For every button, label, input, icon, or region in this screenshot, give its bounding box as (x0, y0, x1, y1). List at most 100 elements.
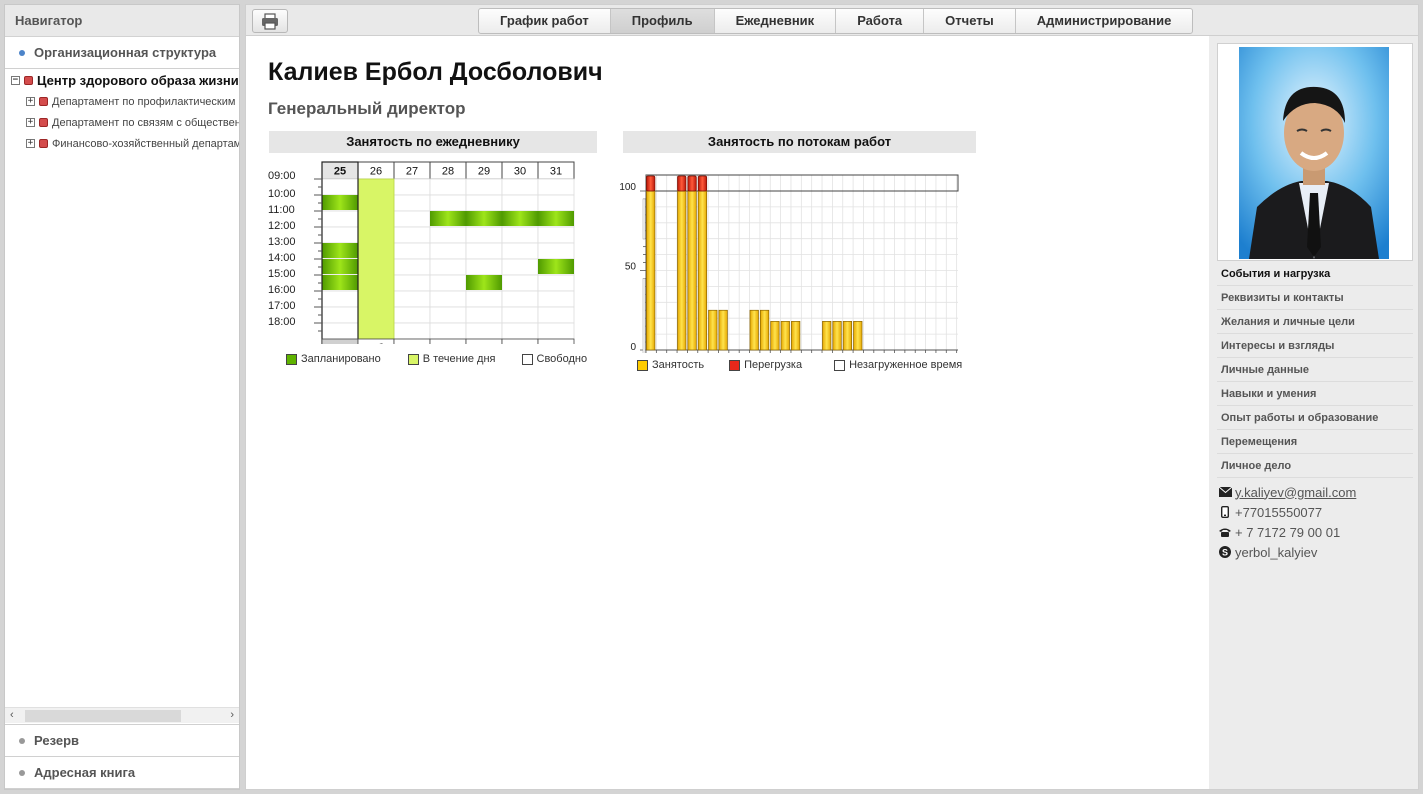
profile-content: Калиев Ербол Досболович Генеральный дире… (245, 36, 1209, 790)
slot-cell (429, 322, 467, 340)
legend-label: Незагруженное время (849, 359, 963, 371)
slot-cell (393, 322, 431, 340)
busy-bar (832, 321, 842, 351)
scroll-right-icon[interactable]: › (230, 709, 234, 721)
tab-1[interactable]: Профиль (610, 9, 715, 33)
bullet-icon (19, 769, 25, 776)
legend-swatch-idle (834, 359, 846, 371)
slot-cell (393, 242, 431, 260)
profile-section-link[interactable]: Опыт работы и образование (1217, 406, 1413, 430)
printer-icon (262, 13, 278, 30)
day-label: 26 (370, 166, 382, 178)
bullet-icon (19, 737, 25, 744)
slot-cell (501, 178, 539, 196)
slot-cell (429, 258, 467, 276)
reserve-header[interactable]: Резерв (5, 725, 239, 757)
profile-section-link[interactable]: Личные данные (1217, 358, 1413, 382)
slot-cell (429, 242, 467, 260)
slot-cell (465, 178, 503, 196)
day-label: 31 (550, 166, 562, 178)
slot-cell (321, 306, 359, 324)
day-label: 29 (478, 166, 490, 178)
top-toolbar: График работ Профиль Ежедневник Работа Отчет… (245, 4, 1419, 36)
main-tabs: График работ Профиль Ежедневник Работа Отчет… (478, 8, 1194, 34)
slot-cell (501, 274, 539, 292)
horizontal-scrollbar[interactable]: ‹ › (5, 707, 239, 723)
skype-icon: S (1218, 546, 1232, 558)
tree-item[interactable]: + Департамент по связям с общественн (5, 112, 239, 133)
hour-label: 13:00 (268, 236, 296, 248)
slot-cell (393, 210, 431, 228)
person-position: Генеральный директор (268, 99, 466, 118)
legend-swatch-planned (286, 353, 297, 365)
profile-sections: События и нагрузка Реквизиты и контакты Же… (1217, 262, 1413, 478)
collapse-icon[interactable]: − (11, 76, 20, 85)
busy-bar (749, 309, 759, 351)
busy-bar (718, 309, 728, 351)
navigator-panel: Навигатор Организационная структура − Це… (4, 4, 240, 790)
tree-item-root[interactable]: − Центр здорового образа жизни (5, 70, 239, 91)
during-day-block (357, 178, 395, 340)
bullet-icon (19, 49, 25, 56)
slot-cell (537, 290, 575, 308)
profile-section-link[interactable]: Навыки и умения (1217, 382, 1413, 406)
tree-item[interactable]: + Департамент по профилактическим п (5, 91, 239, 112)
scroll-left-icon[interactable]: ‹ (10, 709, 14, 721)
profile-section-link[interactable]: Интересы и взгляды (1217, 334, 1413, 358)
profile-section-link[interactable]: Реквизиты и контакты (1217, 286, 1413, 310)
tree-item[interactable]: + Финансово-хозяйственный департам (5, 133, 239, 154)
slot-cell (501, 322, 539, 340)
slot-cell (321, 226, 359, 244)
slot-cell (465, 258, 503, 276)
tab-3[interactable]: Работа (836, 9, 925, 33)
hour-label: 18:00 (268, 316, 296, 328)
profile-section-link[interactable]: Желания и личные цели (1217, 310, 1413, 334)
weekday-label: Ср (513, 343, 527, 345)
profile-section-link[interactable]: Перемещения (1217, 430, 1413, 454)
busy-bar (687, 190, 697, 351)
org-structure-header[interactable]: Организационная структура (5, 37, 239, 69)
slot-cell (321, 322, 359, 340)
weekday-label: Сб (369, 343, 383, 345)
department-icon (24, 76, 33, 85)
busy-bar (770, 321, 780, 351)
slot-cell (465, 306, 503, 324)
legend-swatch-free (521, 353, 533, 365)
slot-cell (429, 178, 467, 196)
address-book-header[interactable]: Адресная книга (5, 757, 239, 789)
overload-bar (697, 175, 708, 192)
hour-label: 14:00 (268, 252, 296, 264)
department-icon (39, 118, 48, 127)
scrollbar-thumb[interactable] (25, 710, 181, 722)
planned-slot (466, 275, 502, 290)
tree-item-label: Финансово-хозяйственный департам (52, 137, 239, 150)
reserve-label: Резерв (34, 733, 80, 748)
busy-bar (842, 321, 853, 351)
weekday-label: Вт (478, 343, 490, 345)
planned-slot (466, 211, 502, 226)
legend-label: Перегрузка (744, 359, 803, 371)
slot-cell (537, 242, 575, 260)
print-button[interactable] (252, 9, 288, 33)
y-tick-label: 100 (619, 182, 636, 193)
tab-2[interactable]: Ежедневник (715, 9, 837, 33)
tab-0[interactable]: График работ (479, 9, 611, 33)
expand-icon[interactable]: + (26, 97, 35, 106)
slot-cell (465, 242, 503, 260)
profile-section-link[interactable]: Личное дело (1217, 454, 1413, 478)
expand-icon[interactable]: + (26, 118, 35, 127)
expand-icon[interactable]: + (26, 139, 35, 148)
profile-section-link[interactable]: События и нагрузка (1217, 262, 1413, 286)
tab-4[interactable]: Отчеты (924, 9, 1016, 33)
legend-swatch-overload (729, 359, 741, 371)
slot-cell (501, 242, 539, 260)
skype-login: yerbol_kalyiev (1235, 544, 1318, 560)
email-link[interactable]: y.kaliyev@gmail.com (1235, 485, 1356, 500)
svg-text:S: S (1222, 547, 1228, 557)
diary-chart-title: Занятость по ежедневнику (269, 131, 597, 153)
legend-swatch-during-day (407, 353, 419, 365)
y-tick-label: 0 (630, 342, 636, 353)
tab-5[interactable]: Администрирование (1016, 9, 1193, 33)
legend-label: В течение дня (422, 353, 496, 365)
slot-cell (537, 194, 575, 212)
